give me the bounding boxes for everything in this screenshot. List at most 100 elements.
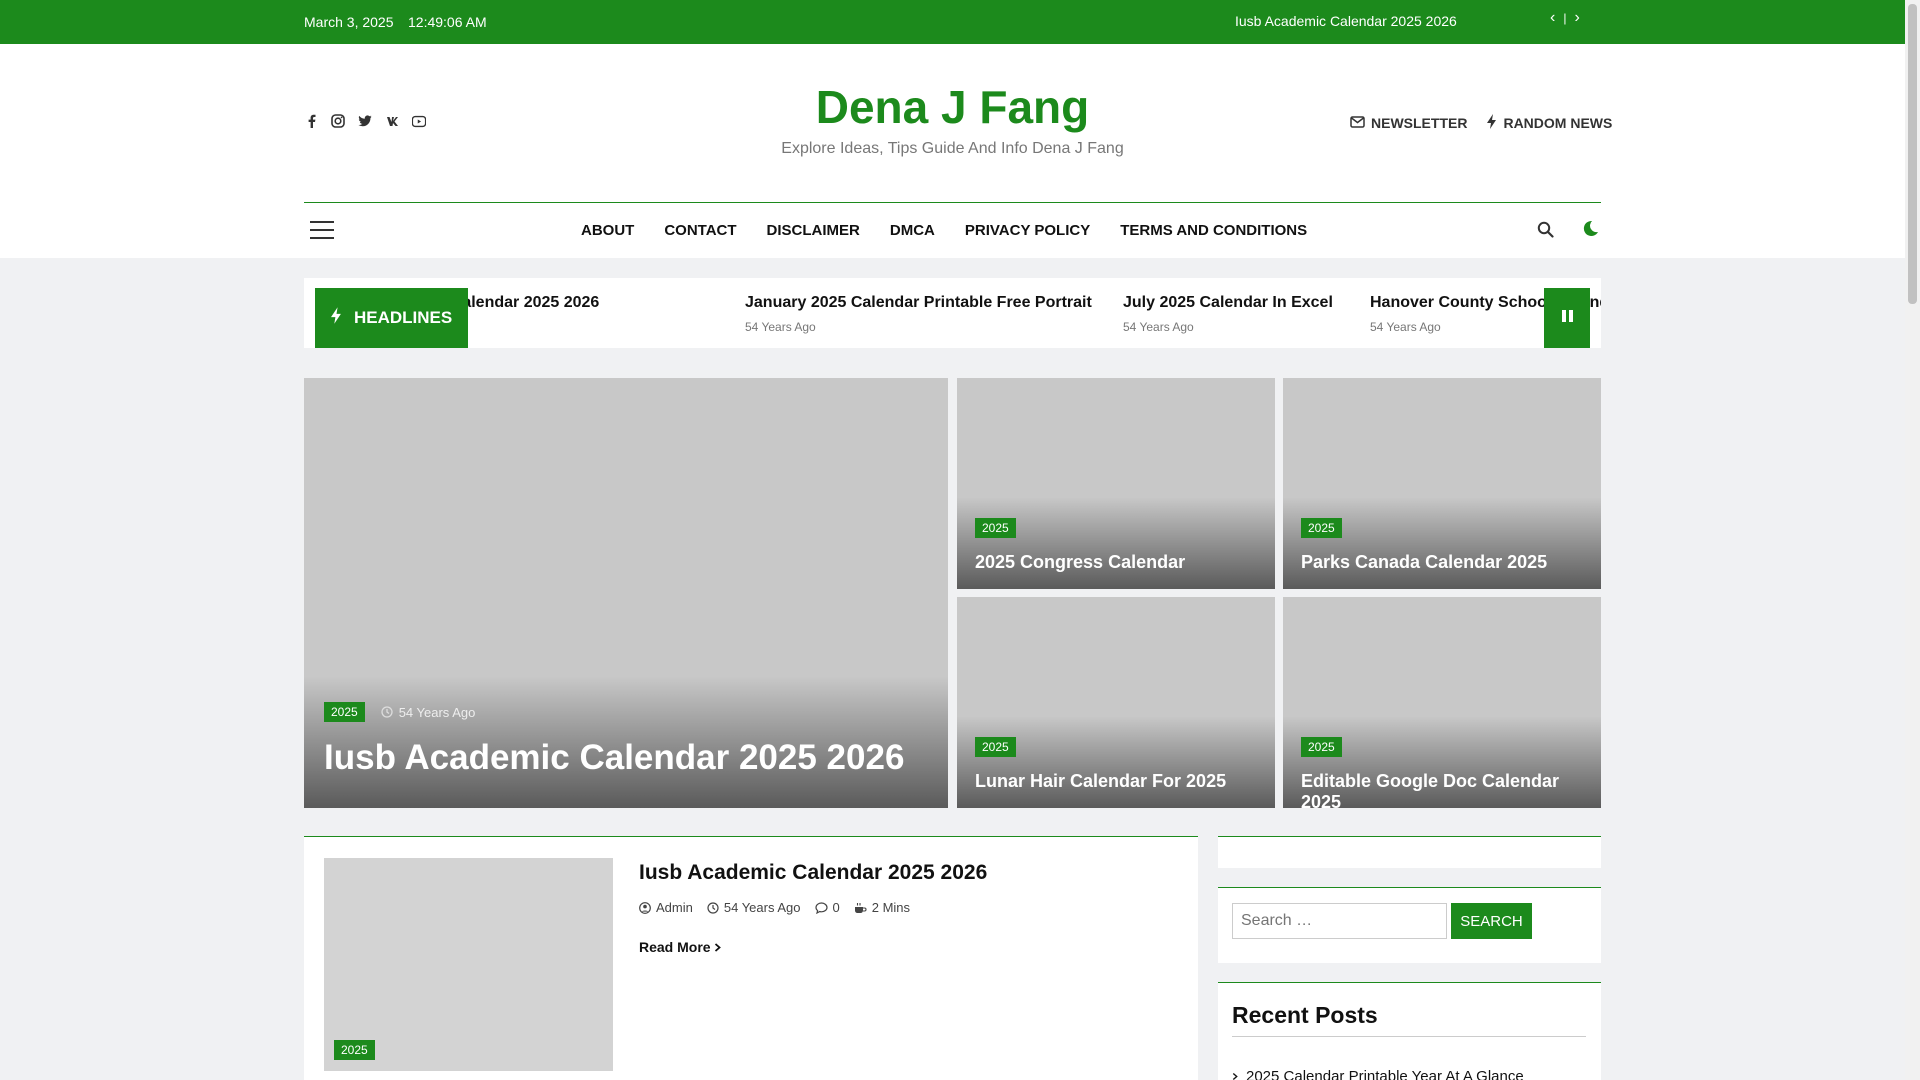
- divider: [1232, 1036, 1586, 1037]
- headlines-label-text: HEADLINES: [354, 308, 453, 327]
- category-badge[interactable]: 2025: [1301, 737, 1342, 757]
- bolt-icon: [1487, 114, 1497, 132]
- ticker-controls: ‹ | ›: [1550, 9, 1580, 27]
- newsletter-link[interactable]: NEWSLETTER: [1350, 114, 1467, 132]
- headlines-ticker: Iusb Academic Calendar 2025 2026 54 Year…: [304, 278, 1601, 348]
- site-title[interactable]: Dena J Fang: [0, 80, 1905, 134]
- featured-main-card[interactable]: 2025 54 Years Ago Iusb Academic Calendar…: [304, 378, 948, 808]
- card-title[interactable]: Lunar Hair Calendar For 2025: [975, 771, 1226, 792]
- featured-grid-card[interactable]: 2025 2025 Congress Calendar: [957, 378, 1275, 589]
- sidebar-widget: [1218, 836, 1601, 868]
- ticker-next-icon[interactable]: ›: [1574, 9, 1579, 27]
- card-title[interactable]: Parks Canada Calendar 2025: [1301, 552, 1547, 573]
- featured-grid-card[interactable]: 2025 Lunar Hair Calendar For 2025: [957, 597, 1275, 808]
- card-meta: 2025: [1301, 737, 1342, 757]
- post-date: 54 Years Ago: [381, 704, 476, 720]
- primary-menu: ABOUT CONTACT DISCLAIMER DMCA PRIVACY PO…: [581, 222, 1307, 239]
- search-icon[interactable]: [1537, 221, 1554, 243]
- dark-mode-moon-icon[interactable]: [1582, 220, 1599, 242]
- category-badge[interactable]: 2025: [975, 737, 1016, 757]
- main-nav: ABOUT CONTACT DISCLAIMER DMCA PRIVACY PO…: [304, 202, 1601, 258]
- post-date: 54 Years Ago: [707, 900, 801, 915]
- page-scrollbar[interactable]: [1905, 0, 1920, 1080]
- search-widget: SEARCH: [1218, 887, 1601, 963]
- pause-icon: [1561, 309, 1574, 328]
- recent-post-title: 2025 Calendar Printable Year At A Glance: [1246, 1068, 1524, 1080]
- pause-button[interactable]: [1544, 288, 1590, 348]
- random-news-link[interactable]: RANDOM NEWS: [1487, 114, 1612, 132]
- comment-icon: [814, 901, 828, 914]
- headline-item[interactable]: July 2025 Calendar In Excel 54 Years Ago: [1123, 294, 1333, 334]
- card-meta: 2025: [975, 737, 1016, 757]
- newsletter-label: NEWSLETTER: [1371, 115, 1468, 131]
- headline-item[interactable]: January 2025 Calendar Printable Free Por…: [745, 294, 1092, 334]
- bolt-icon: [331, 307, 342, 329]
- ticker-separator: |: [1563, 11, 1567, 25]
- post-thumbnail[interactable]: 2025: [324, 858, 613, 1071]
- random-news-label: RANDOM NEWS: [1503, 115, 1613, 131]
- featured-meta: 2025 54 Years Ago: [324, 702, 475, 722]
- ticker-prev-icon[interactable]: ‹: [1550, 9, 1555, 27]
- site-tagline: Explore Ideas, Tips Guide And Info Dena …: [781, 140, 1124, 157]
- featured-grid-card[interactable]: 2025 Parks Canada Calendar 2025: [1283, 378, 1601, 589]
- scrollbar-thumb[interactable]: [1908, 4, 1917, 304]
- header-links: NEWSLETTER RANDOM NEWS: [1350, 114, 1612, 132]
- post-list: 2025 Iusb Academic Calendar 2025 2026 Ad…: [304, 836, 1198, 1080]
- card-meta: 2025: [975, 518, 1016, 538]
- category-badge[interactable]: 2025: [324, 702, 365, 722]
- headline-title: January 2025 Calendar Printable Free Por…: [745, 294, 1092, 311]
- menu-toggle-icon[interactable]: [310, 221, 334, 239]
- menu-item-terms[interactable]: TERMS AND CONDITIONS: [1120, 222, 1307, 239]
- read-time: 2 Mins: [871, 900, 911, 915]
- post-comments[interactable]: 0: [814, 900, 840, 915]
- clock-icon: [707, 901, 719, 914]
- card-overlay: [1283, 497, 1601, 589]
- post-ago: 54 Years Ago: [723, 900, 801, 915]
- headline-title: July 2025 Calendar In Excel: [1123, 294, 1333, 311]
- card-title[interactable]: Editable Google Doc Calendar 2025: [1301, 771, 1601, 808]
- search-button[interactable]: SEARCH: [1451, 903, 1532, 939]
- menu-item-dmca[interactable]: DMCA: [890, 222, 935, 239]
- category-badge[interactable]: 2025: [1301, 518, 1342, 538]
- chevron-right-icon: [1232, 1068, 1238, 1080]
- current-time: 12:49:06 AM: [408, 14, 487, 30]
- chevron-right-icon: [714, 939, 722, 955]
- current-date: March 3, 2025: [304, 14, 394, 30]
- post-ago: 54 Years Ago: [398, 704, 476, 720]
- featured-grid-card[interactable]: 2025 Editable Google Doc Calendar 2025: [1283, 597, 1601, 808]
- headlines-list: Iusb Academic Calendar 2025 2026 54 Year…: [304, 278, 1601, 348]
- read-more-link[interactable]: Read More: [639, 939, 722, 955]
- author-name: Admin: [656, 900, 693, 915]
- site-header: Dena J Fang Explore Ideas, Tips Guide An…: [0, 44, 1905, 258]
- post-author[interactable]: Admin: [639, 900, 693, 915]
- search-input[interactable]: [1232, 903, 1447, 939]
- card-overlay: [957, 497, 1275, 589]
- menu-item-about[interactable]: ABOUT: [581, 222, 634, 239]
- card-title[interactable]: 2025 Congress Calendar: [975, 552, 1185, 573]
- post-meta: Admin 54 Years Ago 0 2 Mins: [639, 900, 910, 915]
- envelope-icon: [1350, 115, 1365, 131]
- clock-icon: [381, 706, 393, 718]
- user-icon: [639, 901, 651, 914]
- top-bar: March 3, 2025 12:49:06 AM Iusb Academic …: [0, 0, 1905, 44]
- comment-count: 0: [832, 900, 840, 915]
- headlines-label: HEADLINES: [315, 288, 468, 348]
- coffee-icon: [854, 902, 867, 913]
- headline-ago: 54 Years Ago: [745, 320, 816, 334]
- recent-post-item[interactable]: 2025 Calendar Printable Year At A Glance: [1232, 1068, 1524, 1080]
- menu-item-disclaimer[interactable]: DISCLAIMER: [767, 222, 860, 239]
- card-overlay: [957, 716, 1275, 808]
- headline-ago: 54 Years Ago: [1123, 320, 1194, 334]
- menu-item-privacy-policy[interactable]: PRIVACY POLICY: [965, 222, 1090, 239]
- recent-posts-widget: Recent Posts 2025 Calendar Printable Yea…: [1218, 982, 1601, 1080]
- category-badge[interactable]: 2025: [975, 518, 1016, 538]
- post-title[interactable]: Iusb Academic Calendar 2025 2026: [639, 861, 987, 885]
- category-badge[interactable]: 2025: [334, 1040, 375, 1060]
- read-more-label: Read More: [639, 939, 711, 955]
- menu-item-contact[interactable]: CONTACT: [664, 222, 736, 239]
- post-read-time: 2 Mins: [854, 900, 910, 915]
- recent-posts-title: Recent Posts: [1232, 1002, 1378, 1028]
- featured-main-title[interactable]: Iusb Academic Calendar 2025 2026: [324, 738, 904, 778]
- card-meta: 2025: [1301, 518, 1342, 538]
- top-ticker[interactable]: Iusb Academic Calendar 2025 2026: [1235, 13, 1457, 29]
